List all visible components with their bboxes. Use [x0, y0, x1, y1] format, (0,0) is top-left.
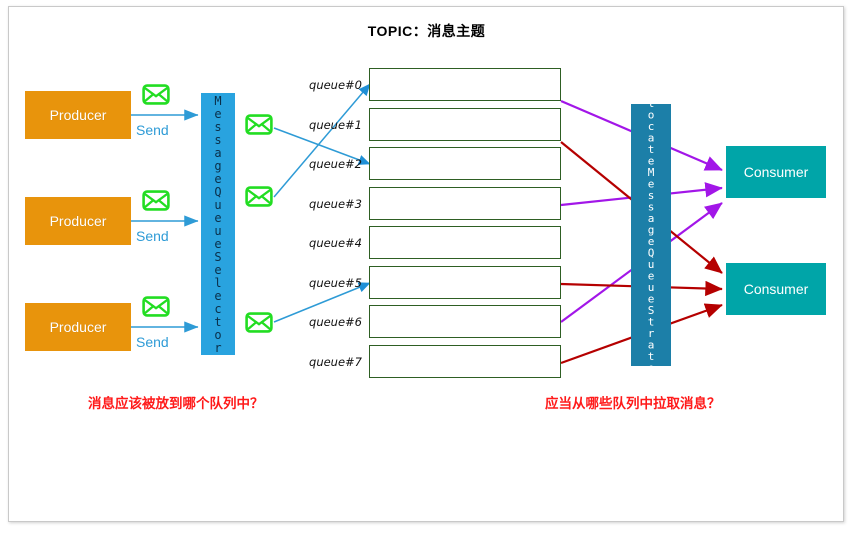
queue-label-4: queue#4: [309, 236, 362, 250]
queue-box-7[interactable]: [369, 344, 561, 378]
caption-left: 消息应该被放到哪个队列中？: [88, 396, 264, 411]
queue-label-5: queue#5: [309, 275, 362, 290]
consumer-label: Consumer: [743, 164, 809, 180]
send-label-1: Send: [136, 122, 169, 138]
producer-box-2[interactable]: Producer: [25, 197, 131, 245]
queue-label-3: queue#3: [309, 196, 362, 211]
producer-send-arrows: [131, 109, 199, 333]
queue-box-3[interactable]: [369, 186, 561, 220]
allocate-message-queue-strategy[interactable]: AllocateMessageQueueStrategy: [631, 74, 671, 396]
queue-box-0[interactable]: [369, 68, 561, 101]
consumer-box-2[interactable]: Consumer: [726, 263, 826, 315]
queue-label-7: queue#7: [309, 354, 362, 369]
consumer-label: Consumer: [743, 281, 809, 297]
selector-label: MessageQueueSelector: [211, 94, 225, 354]
message-queue-selector[interactable]: MessageQueueSelector: [201, 93, 235, 355]
producer-label: Producer: [49, 319, 107, 335]
producer-label: Producer: [49, 107, 107, 123]
producer-label: Producer: [49, 213, 107, 229]
allocator-label-wrap: AllocateMessageQueueStrategy: [631, 74, 671, 396]
queue-label-6: queue#6: [309, 315, 362, 329]
send-label-3: Send: [136, 334, 169, 350]
queue-box-1[interactable]: [369, 107, 561, 141]
queue-box-2[interactable]: [369, 147, 561, 180]
allocator-label: AllocateMessageQueueStrategy: [644, 74, 658, 396]
consumer-box-1[interactable]: Consumer: [726, 146, 826, 198]
queue-box-4[interactable]: [369, 226, 561, 259]
send-label-2: Send: [136, 228, 169, 244]
producer-message-icons: [142, 84, 170, 317]
queue-label-1: queue#1: [309, 117, 362, 132]
queue-label-2: queue#2: [309, 157, 362, 171]
selector-label-wrap: MessageQueueSelector: [201, 93, 235, 355]
caption-right: 应当从哪些队列中拉取消息？: [545, 396, 721, 411]
queue-box-6[interactable]: [369, 305, 561, 338]
selector-message-icons: [245, 114, 273, 333]
queue-label-0: queue#0: [309, 78, 362, 92]
queue-box-5[interactable]: [369, 265, 561, 299]
diagram-canvas: TOPIC：消息主题 Producer Producer Producer Se…: [0, 0, 853, 533]
producer-box-3[interactable]: Producer: [25, 303, 131, 351]
producer-box-1[interactable]: Producer: [25, 91, 131, 139]
